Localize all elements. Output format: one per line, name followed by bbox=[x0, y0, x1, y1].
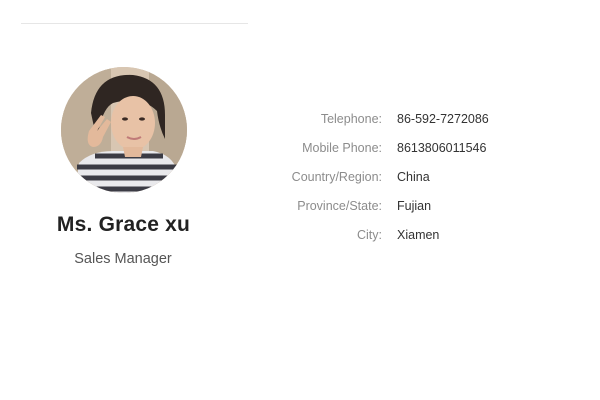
avatar bbox=[61, 67, 187, 193]
profile-photo-icon bbox=[61, 67, 187, 193]
contact-name: Ms. Grace xu bbox=[56, 213, 191, 236]
mobile-phone-label: Mobile Phone: bbox=[302, 140, 382, 155]
telephone-value: 86-592-7272086 bbox=[397, 111, 489, 126]
detail-row-mobile-phone: Mobile Phone: 8613806011546 bbox=[280, 133, 580, 162]
province-state-value: Fujian bbox=[397, 198, 432, 213]
mobile-phone-value: 8613806011546 bbox=[397, 140, 487, 155]
province-state-label: Province/State: bbox=[297, 198, 382, 213]
detail-row-city: City: Xiamen bbox=[280, 220, 580, 249]
top-divider bbox=[21, 23, 248, 24]
city-label: City: bbox=[357, 227, 382, 242]
telephone-label: Telephone: bbox=[320, 111, 382, 126]
city-value: Xiamen bbox=[397, 227, 440, 242]
country-region-label: Country/Region: bbox=[291, 169, 382, 184]
contact-details: Telephone: 86-592-7272086 Mobile Phone: … bbox=[280, 104, 580, 249]
detail-row-country-region: Country/Region: China bbox=[280, 162, 580, 191]
detail-row-telephone: Telephone: 86-592-7272086 bbox=[280, 104, 580, 133]
country-region-value: China bbox=[397, 169, 430, 184]
contact-role: Sales Manager bbox=[74, 251, 172, 267]
detail-row-province-state: Province/State: Fujian bbox=[280, 191, 580, 220]
profile-card: Ms. Grace xu Sales Manager bbox=[21, 60, 226, 310]
